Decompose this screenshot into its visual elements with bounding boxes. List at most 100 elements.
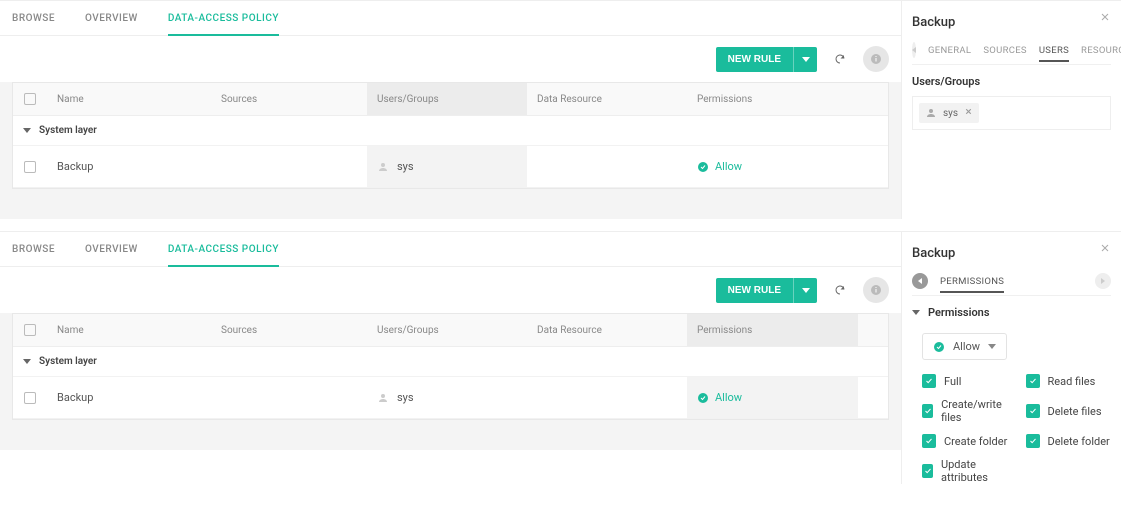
refresh-button[interactable] <box>827 277 853 303</box>
group-row[interactable]: System layer <box>13 116 888 146</box>
chevron-down-icon <box>988 344 996 349</box>
col-name[interactable]: Name <box>47 314 211 346</box>
new-rule-group: NEW RULE <box>716 47 817 72</box>
side-panel-users: Backup GENERAL SOURCES USERS RESOURCES U… <box>901 1 1121 219</box>
col-permissions[interactable]: Permissions <box>687 83 858 115</box>
check-circle-icon <box>933 341 945 353</box>
side-tabs: GENERAL SOURCES USERS RESOURCES <box>912 42 1111 65</box>
main-tabs: BROWSE OVERVIEW DATA-ACCESS POLICY <box>0 232 901 267</box>
info-icon <box>870 53 882 65</box>
perm-update-attrs[interactable]: Update attributes <box>922 458 1008 484</box>
side-tab-permissions[interactable]: PERMISSIONS <box>940 276 1004 293</box>
side-tab-prev[interactable] <box>912 42 916 58</box>
perm-delete-files[interactable]: Delete files <box>1026 398 1112 424</box>
refresh-icon <box>834 53 846 65</box>
side-tab-users[interactable]: USERS <box>1039 45 1069 62</box>
side-tabs: PERMISSIONS <box>912 273 1111 296</box>
tab-browse[interactable]: BROWSE <box>12 9 55 35</box>
permission-badge: Allow <box>697 391 742 404</box>
permissions-list: Full Read files Create/write files Delet… <box>912 374 1111 484</box>
new-rule-dropdown[interactable] <box>793 47 817 72</box>
perm-delete-folder[interactable]: Delete folder <box>1026 434 1112 448</box>
chevron-down-icon <box>23 128 31 133</box>
tab-data-access-policy[interactable]: DATA-ACCESS POLICY <box>168 240 279 267</box>
user-icon <box>377 392 389 404</box>
panel-users: BROWSE OVERVIEW DATA-ACCESS POLICY NEW R… <box>0 0 1121 219</box>
perm-create-folder[interactable]: Create folder <box>922 434 1008 448</box>
row-user: sys <box>397 160 414 173</box>
select-all-checkbox[interactable] <box>24 93 36 105</box>
close-icon <box>964 107 973 116</box>
col-users-groups[interactable]: Users/Groups <box>367 314 527 346</box>
users-groups-input[interactable]: sys <box>912 96 1111 130</box>
permission-type-select[interactable]: Allow <box>922 333 1007 360</box>
col-sources[interactable]: Sources <box>211 83 367 115</box>
col-sources[interactable]: Sources <box>211 314 367 346</box>
tab-overview[interactable]: OVERVIEW <box>85 9 138 35</box>
perm-create-write[interactable]: Create/write files <box>922 398 1008 424</box>
col-name[interactable]: Name <box>47 83 211 115</box>
refresh-button[interactable] <box>827 46 853 72</box>
new-rule-button[interactable]: NEW RULE <box>716 47 793 72</box>
checkbox-checked-icon <box>1026 404 1040 418</box>
select-all-checkbox[interactable] <box>24 324 36 336</box>
chevron-down-icon <box>802 288 810 293</box>
info-button[interactable] <box>863 46 889 72</box>
checkbox-checked-icon <box>922 404 933 418</box>
col-permissions[interactable]: Permissions <box>687 314 858 346</box>
side-panel-permissions: Backup PERMISSIONS Permissions Allow Ful… <box>901 232 1121 484</box>
table-row[interactable]: Backup sys Allow <box>13 377 888 419</box>
refresh-icon <box>834 284 846 296</box>
table-header: Name Sources Users/Groups Data Resource … <box>13 83 888 116</box>
info-button[interactable] <box>863 277 889 303</box>
permission-badge: Allow <box>697 160 742 173</box>
group-label: System layer <box>39 356 97 367</box>
new-rule-button[interactable]: NEW RULE <box>716 278 793 303</box>
col-data-resource[interactable]: Data Resource <box>527 314 687 346</box>
new-rule-dropdown[interactable] <box>793 278 817 303</box>
user-icon <box>925 107 937 119</box>
tab-browse[interactable]: BROWSE <box>12 240 55 266</box>
remove-tag-button[interactable] <box>964 107 973 119</box>
row-name: Backup <box>47 377 211 418</box>
permissions-section-label: Permissions <box>928 306 989 319</box>
perm-full[interactable]: Full <box>922 374 1008 388</box>
side-title: Backup <box>912 242 1111 273</box>
chevron-down-icon <box>802 57 810 62</box>
close-button[interactable] <box>1099 11 1111 26</box>
group-row[interactable]: System layer <box>13 347 888 377</box>
panel-permissions: BROWSE OVERVIEW DATA-ACCESS POLICY NEW R… <box>0 231 1121 484</box>
tab-data-access-policy[interactable]: DATA-ACCESS POLICY <box>168 9 279 36</box>
close-button[interactable] <box>1099 242 1111 257</box>
row-user: sys <box>397 391 414 404</box>
info-icon <box>870 284 882 296</box>
perm-read-files[interactable]: Read files <box>1026 374 1112 388</box>
col-data-resource[interactable]: Data Resource <box>527 83 687 115</box>
close-icon <box>1099 11 1111 23</box>
col-users-groups[interactable]: Users/Groups <box>367 83 527 115</box>
side-tab-sources[interactable]: SOURCES <box>983 45 1027 56</box>
chevron-down-icon <box>23 359 31 364</box>
side-tab-next[interactable] <box>1095 273 1111 289</box>
row-checkbox[interactable] <box>24 161 36 173</box>
group-label: System layer <box>39 125 97 136</box>
checkbox-checked-icon <box>922 464 933 478</box>
chevron-down-icon[interactable] <box>912 310 920 315</box>
side-tab-resources[interactable]: RESOURCES <box>1081 45 1121 56</box>
side-tab-general[interactable]: GENERAL <box>928 45 971 56</box>
checkbox-checked-icon <box>922 374 936 388</box>
user-tag: sys <box>919 103 979 123</box>
checkbox-checked-icon <box>1026 374 1040 388</box>
side-title: Backup <box>912 11 1111 42</box>
user-tag-label: sys <box>943 108 958 119</box>
permission-type-label: Allow <box>953 340 980 353</box>
check-circle-icon <box>697 161 709 173</box>
side-tab-prev[interactable] <box>912 273 928 289</box>
tab-overview[interactable]: OVERVIEW <box>85 240 138 266</box>
check-circle-icon <box>697 392 709 404</box>
row-checkbox[interactable] <box>24 392 36 404</box>
table-header: Name Sources Users/Groups Data Resource … <box>13 314 888 347</box>
checkbox-checked-icon <box>922 434 936 448</box>
user-icon <box>377 161 389 173</box>
table-row[interactable]: Backup sys Allow <box>13 146 888 188</box>
